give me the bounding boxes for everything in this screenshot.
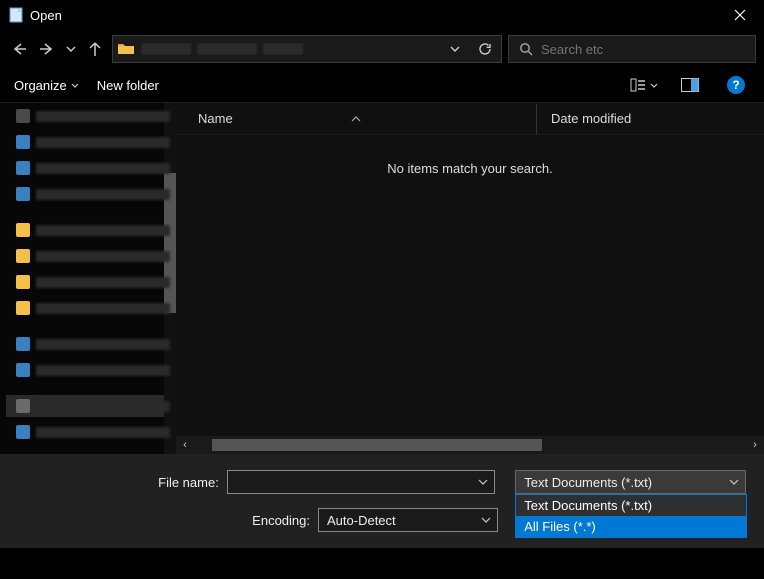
column-date-label: Date modified [551,111,631,126]
help-icon: ? [727,76,745,94]
address-dropdown[interactable] [443,36,467,62]
address-bar[interactable] [112,35,502,63]
window-title: Open [30,8,720,23]
scroll-left-button[interactable]: ‹ [176,439,194,451]
empty-message: No items match your search. [176,135,764,202]
new-folder-label: New folder [97,78,159,93]
preview-icon [681,78,699,92]
command-bar: Organize New folder ? [0,68,764,102]
horizontal-scrollbar[interactable]: ‹ › [176,436,764,454]
chevron-down-icon [729,479,739,485]
view-menu[interactable] [630,78,658,92]
column-headers: Name Date modified [176,103,764,135]
search-input[interactable] [541,42,745,57]
view-icon [630,78,646,92]
encoding-label: Encoding: [18,513,318,528]
main-area: Name Date modified No items match your s… [0,102,764,454]
organize-menu[interactable]: Organize [14,78,79,93]
search-box[interactable] [508,35,756,63]
nav-bar [0,30,764,68]
history-dropdown[interactable] [64,34,78,64]
chevron-down-icon [71,83,79,88]
title-bar: Open [0,0,764,30]
refresh-button[interactable] [473,36,497,62]
file-list-panel: Name Date modified No items match your s… [176,103,764,454]
column-name-label: Name [198,111,233,126]
app-icon [8,7,24,23]
search-icon [519,42,533,56]
encoding-combo[interactable]: Auto-Detect [318,508,498,532]
sort-up-icon [351,116,361,122]
scroll-track[interactable] [194,439,746,451]
filetype-filter-combo[interactable]: Text Documents (*.txt) Text Documents (*… [515,470,746,494]
encoding-value: Auto-Detect [327,513,396,528]
navigation-tree[interactable] [0,103,176,454]
scroll-right-button[interactable]: › [746,439,764,451]
up-button[interactable] [84,34,106,64]
close-button[interactable] [720,1,760,29]
chevron-down-icon [650,83,658,88]
organize-label: Organize [14,78,67,93]
filename-label: File name: [18,475,227,490]
filter-selected: Text Documents (*.txt) [524,475,652,490]
column-date-modified[interactable]: Date modified [537,111,764,126]
chevron-down-icon [478,479,488,485]
folder-icon [117,41,135,57]
help-button[interactable]: ? [722,72,750,98]
filter-option-txt[interactable]: Text Documents (*.txt) [516,495,746,516]
back-button[interactable] [8,34,30,64]
scroll-thumb[interactable] [212,439,542,451]
column-name[interactable]: Name [176,116,536,122]
address-path [141,43,437,55]
filter-dropdown-list: Text Documents (*.txt) All Files (*.*) [515,494,747,538]
footer-controls: File name: Text Documents (*.txt) Text D… [0,454,764,548]
chevron-down-icon [481,517,491,523]
filename-combo[interactable] [227,470,496,494]
filter-option-all[interactable]: All Files (*.*) [516,516,746,537]
new-folder-button[interactable]: New folder [97,78,159,93]
forward-button[interactable] [36,34,58,64]
preview-pane-button[interactable] [676,72,704,98]
